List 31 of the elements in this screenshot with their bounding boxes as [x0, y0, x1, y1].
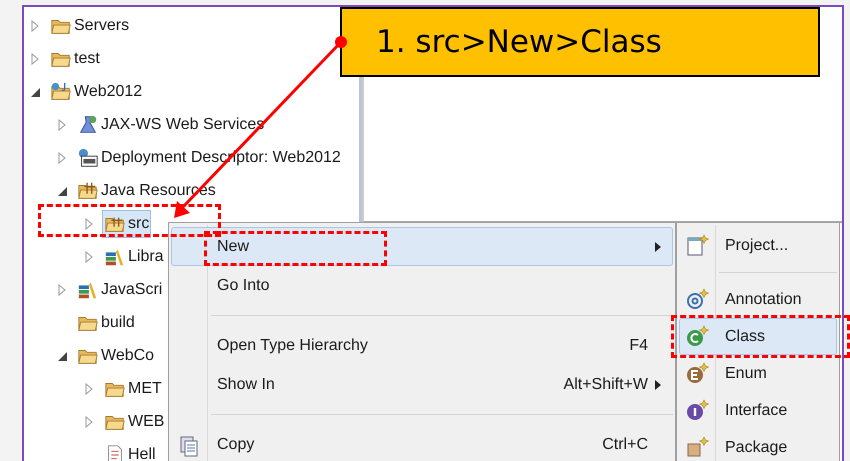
menu-item[interactable]: New — [171, 227, 673, 266]
tree-item[interactable]: Libra — [102, 242, 166, 270]
tree-item[interactable]: test — [48, 44, 102, 72]
annotation-icon — [685, 288, 709, 312]
menu-item[interactable]: Package — [679, 429, 837, 461]
tree-item[interactable]: Web2012 — [48, 78, 144, 106]
project-folder-icon — [50, 80, 72, 102]
menu-item[interactable]: Copy Ctrl+C — [171, 425, 673, 461]
tree-item[interactable]: JavaScri — [75, 276, 164, 304]
menu-item[interactable]: Class — [679, 318, 837, 355]
callout-label: 1. src>New>Class — [340, 7, 820, 77]
menu-item[interactable]: Open Type Hierarchy F4 — [171, 326, 673, 365]
tree-item[interactable]: build — [75, 308, 137, 336]
class-icon — [685, 325, 709, 349]
descriptor-icon — [77, 146, 99, 168]
interface-icon — [685, 399, 709, 423]
menu-item[interactable]: Annotation — [679, 281, 837, 318]
new-project-icon — [685, 234, 709, 258]
menu-item[interactable]: Project... — [679, 227, 837, 264]
tree-item[interactable]: WebCo — [75, 342, 156, 370]
enum-icon — [685, 362, 709, 386]
services-icon — [77, 114, 99, 136]
menu-item[interactable]: Enum — [679, 355, 837, 392]
menu-item[interactable]: Show In Alt+Shift+W — [171, 365, 673, 404]
tree-item[interactable]: Hell — [102, 440, 158, 461]
menu-item[interactable]: Go Into — [171, 266, 673, 305]
menu-item[interactable]: Interface — [679, 392, 837, 429]
tree-item[interactable]: src — [102, 210, 152, 238]
tree-item[interactable]: MET — [102, 374, 164, 402]
tree-item[interactable]: WEB — [102, 408, 166, 436]
tree-item[interactable]: Servers — [48, 12, 132, 40]
